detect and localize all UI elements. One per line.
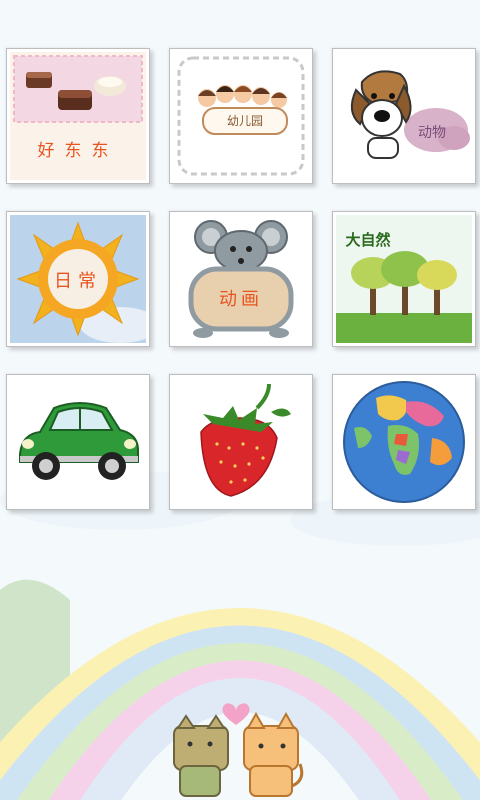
green-car-icon: [10, 378, 146, 506]
puppy-icon: [336, 52, 472, 180]
category-label-animals: 动物: [418, 125, 446, 141]
category-tile-goodies[interactable]: 好东东: [6, 48, 150, 184]
strawberry-icon: [173, 378, 309, 506]
category-tile-daily[interactable]: 日常: [6, 211, 150, 347]
category-label-cartoon: 动画: [219, 289, 263, 310]
category-tile-vehicles[interactable]: [6, 374, 150, 510]
category-label-nature: 大自然: [345, 231, 391, 249]
category-tile-world[interactable]: [332, 374, 476, 510]
category-label-goodies: 好东东: [37, 141, 119, 161]
category-label-daily: 日常: [54, 271, 102, 292]
category-tile-nature[interactable]: 大自然: [332, 211, 476, 347]
mouse-icon: [173, 215, 309, 343]
category-tile-fruits[interactable]: [169, 374, 313, 510]
category-tile-cartoon[interactable]: 动画: [169, 211, 313, 347]
globe-icon: [336, 378, 472, 506]
category-grid: 好东东 幼儿园 动物 日常 动画 大自然: [0, 0, 480, 520]
category-label-kindergarten: 幼儿园: [226, 114, 263, 128]
cat-left-illustration: [173, 714, 229, 797]
category-tile-kindergarten[interactable]: 幼儿园: [169, 48, 313, 184]
category-tile-animals[interactable]: 动物: [332, 48, 476, 184]
